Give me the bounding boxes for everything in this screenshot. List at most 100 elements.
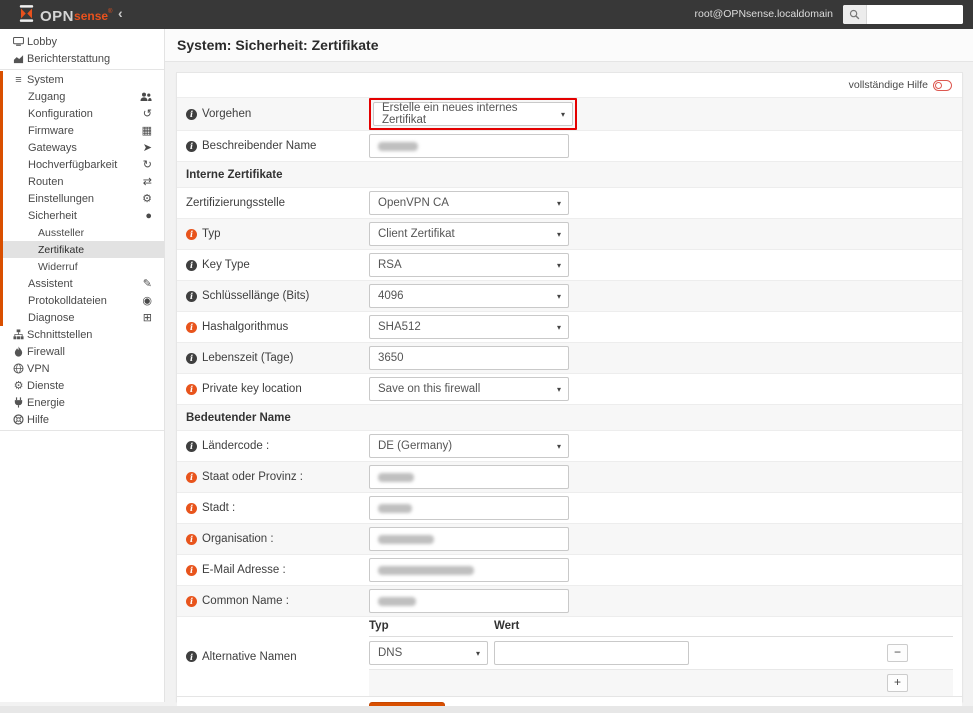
opnsense-screen: OPN sense ® ‹ root@OPNsense.localdomain Lo… (0, 0, 973, 713)
sidebar-item-label: Assistent (28, 277, 73, 290)
field-label-text: E-Mail Adresse : (202, 564, 286, 576)
field-label-text: Hashalgorithmus (202, 321, 289, 333)
form-row-stadt: i Stadt : (177, 492, 962, 523)
field-label-text: Key Type (202, 259, 250, 271)
e-mail-adresse-input[interactable] (369, 558, 569, 582)
sidebar-item-sicherheit[interactable]: Sicherheit ● (0, 207, 164, 224)
zertifizierungsstelle-select[interactable]: OpenVPN CA ▾ (369, 191, 569, 215)
life-ring-icon (10, 414, 27, 425)
microchip-icon: ▦ (141, 125, 152, 137)
info-icon: i (186, 290, 197, 302)
selected-value: Save on this firewall (378, 383, 481, 395)
sidebar-item-firewall[interactable]: Firewall (0, 343, 164, 360)
opnsense-brand[interactable]: OPN sense ® (17, 4, 112, 28)
sidebar-item-gateways[interactable]: Gateways ➤ (0, 139, 164, 156)
form-row-alternative-namen: i Alternative Namen Typ Wert DNS ▾ − + (177, 616, 962, 696)
field-label-private-key-location: i Private key location (186, 383, 369, 395)
alt-table-header: Typ Wert (369, 617, 953, 637)
sidebar-item-berichterstattung[interactable]: Berichterstattung (0, 50, 164, 67)
key-type-select[interactable]: RSA ▾ (369, 253, 569, 277)
field-control-alternative-namen: Typ Wert DNS ▾ − + (369, 617, 953, 696)
field-label-text: Typ (202, 228, 221, 240)
schlussellange-bits-select[interactable]: 4096 ▾ (369, 284, 569, 308)
field-label-typ: i Typ (186, 228, 369, 240)
sidebar-item-label: Dienste (27, 379, 65, 392)
common-name-input[interactable] (369, 589, 569, 613)
form-row-interne-zertifikate: Interne Zertifikate (177, 161, 962, 187)
field-label-text: Alternative Namen (202, 650, 297, 663)
section-title: Interne Zertifikate (186, 168, 283, 181)
sidebar-item-label: Gateways (28, 141, 77, 154)
sidebar-item-label: System (27, 73, 64, 86)
chevron-down-icon: ▾ (556, 260, 561, 270)
form-row-key-type: i Key Type RSA ▾ (177, 249, 962, 280)
redacted-value (378, 503, 412, 513)
lebenszeit-tage-input[interactable]: 3650 (369, 346, 569, 370)
field-control-zertifizierungsstelle: OpenVPN CA ▾ (369, 191, 953, 215)
selected-value: DE (Germany) (378, 440, 453, 452)
hashalgorithmus-select[interactable]: SHA512 ▾ (369, 315, 569, 339)
sidebar-item-zertifikate[interactable]: Zertifikate (0, 241, 164, 258)
alt-name-value-input[interactable] (494, 641, 689, 665)
sidebar-item-label: Zugang (28, 90, 66, 103)
sidebar-item-routen[interactable]: Routen ⇄ (0, 173, 164, 190)
sidebar-item-firmware[interactable]: Firmware ▦ (0, 122, 164, 139)
selected-value: Erstelle ein neues internes Zertifikat (382, 102, 518, 126)
sidebar-item-energie[interactable]: Energie (0, 394, 164, 411)
sidebar-item-einstellungen[interactable]: Einstellungen ⚙ (0, 190, 164, 207)
remove-row-button[interactable]: − (887, 644, 908, 662)
sidebar-item-zugang[interactable]: Zugang (0, 88, 164, 105)
private-key-location-select[interactable]: Save on this firewall ▾ (369, 377, 569, 401)
info-icon: i (186, 471, 197, 483)
typ-select[interactable]: Client Zertifikat ▾ (369, 222, 569, 246)
add-row-button[interactable]: + (887, 674, 908, 692)
sidebar-item-dienste[interactable]: ⚙ Dienste (0, 377, 164, 394)
form-rows: i Vorgehen Erstelle ein neues internes Zer… (177, 97, 962, 696)
sidebar-item-protokolldateien[interactable]: Protokolldateien ◉ (0, 292, 164, 309)
info-icon: i (186, 533, 197, 545)
sidebar-item-label: Energie (27, 396, 65, 409)
beschreibender-name-input[interactable] (369, 134, 569, 158)
info-icon: i (186, 383, 197, 395)
col-header-typ: Typ (369, 620, 389, 632)
field-label-stadt: i Stadt : (186, 502, 369, 514)
info-icon: i (186, 140, 197, 152)
sidebar-item-diagnose[interactable]: Diagnose ⊞ (0, 309, 164, 326)
landercode-select[interactable]: DE (Germany) ▾ (369, 434, 569, 458)
sidebar-item-schnittstellen[interactable]: Schnittstellen (0, 326, 164, 343)
sidebar-item-vpn[interactable]: VPN (0, 360, 164, 377)
search-input[interactable] (867, 5, 963, 24)
sidebar-item-system[interactable]: ≡ System (0, 71, 164, 88)
vorgehen-select[interactable]: Erstelle ein neues internes Zertifikat ▾ (373, 102, 573, 126)
form-row-e-mail-adresse: i E-Mail Adresse : (177, 554, 962, 585)
sidebar-item-hochverfugbarkeit[interactable]: Hochverfügbarkeit ↻ (0, 156, 164, 173)
field-label-key-type: i Key Type (186, 259, 369, 271)
desktop-icon (10, 36, 27, 47)
bottom-band (0, 706, 973, 713)
sidebar-item-label: Einstellungen (28, 192, 95, 205)
sidebar-item-konfiguration[interactable]: Konfiguration ↺ (0, 105, 164, 122)
sidebar-item-lobby[interactable]: Lobby (0, 33, 164, 50)
alt-name-type-select[interactable]: DNS ▾ (369, 641, 488, 665)
staat-oder-provinz-input[interactable] (369, 465, 569, 489)
sidebar-item-assistent[interactable]: Assistent ✎ (0, 275, 164, 292)
stadt-input[interactable] (369, 496, 569, 520)
field-control-common-name (369, 589, 953, 613)
sidebar-collapse-icon[interactable]: ‹ (118, 0, 123, 29)
input-value: 3650 (378, 352, 404, 364)
organisation-input[interactable] (369, 527, 569, 551)
brand-registered-mark: ® (108, 9, 113, 15)
form-row-typ: i Typ Client Zertifikat ▾ (177, 218, 962, 249)
sidebar-item-aussteller[interactable]: Aussteller (0, 224, 164, 241)
field-label-schlussellange-bits: i Schlüssellänge (Bits) (186, 290, 369, 302)
cogs-icon: ⚙ (142, 193, 152, 205)
redacted-value (378, 141, 418, 151)
field-label-text: Lebenszeit (Tage) (202, 352, 294, 364)
sidebar-item-hilfe[interactable]: Hilfe (0, 411, 164, 428)
sidebar-item-label: Lobby (27, 35, 57, 48)
field-label-hashalgorithmus: i Hashalgorithmus (186, 321, 369, 333)
chevron-down-icon: ▾ (560, 109, 565, 119)
opnsense-logo-icon (17, 4, 36, 28)
sidebar-item-widerruf[interactable]: Widerruf (0, 258, 164, 275)
full-help-toggle-icon[interactable] (933, 79, 952, 91)
